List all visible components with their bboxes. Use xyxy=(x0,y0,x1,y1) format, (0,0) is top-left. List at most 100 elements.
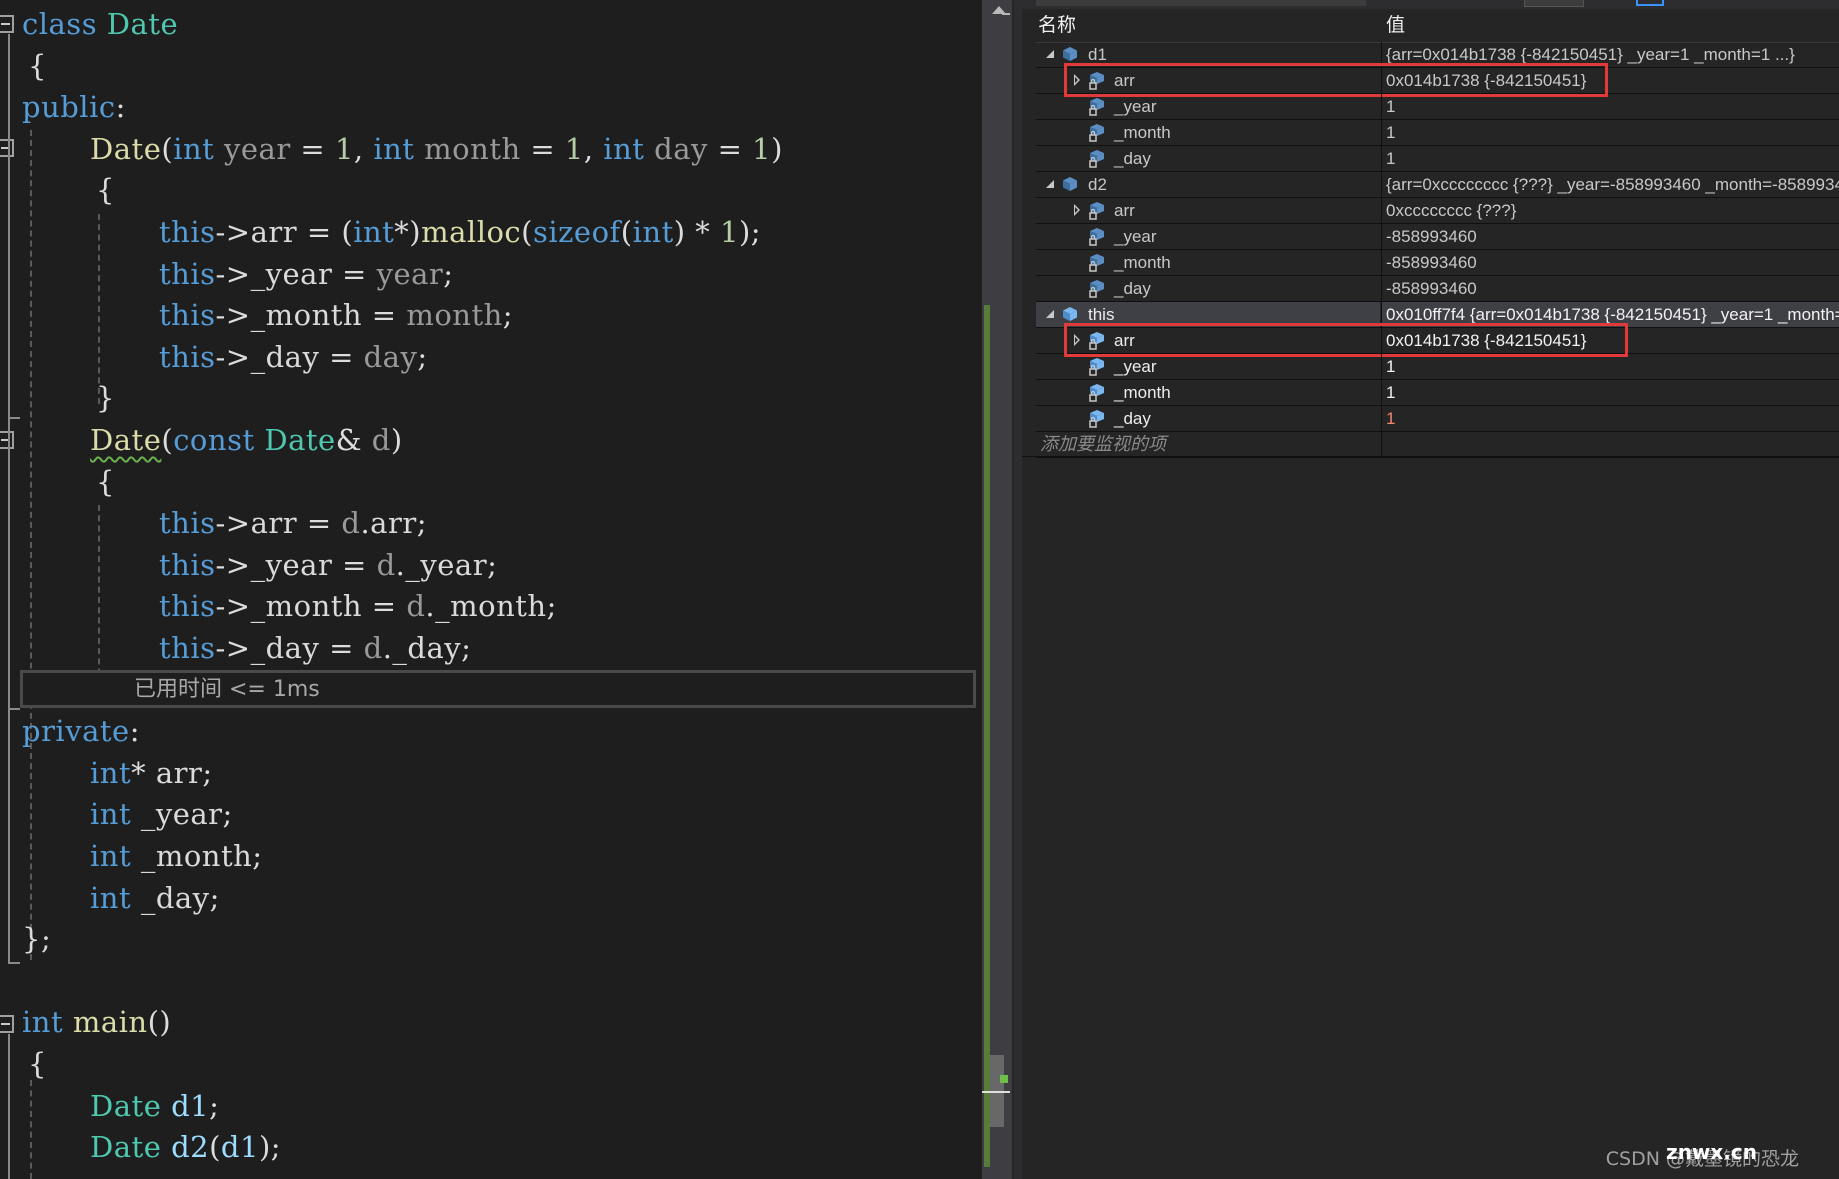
code-line[interactable]: this->arr = (int*)malloc(sizeof(int) * 1… xyxy=(159,211,761,253)
code-token: = xyxy=(332,256,377,291)
add-watch-cell[interactable]: 添加要监视的项 xyxy=(1036,432,1380,457)
watch-value-cell[interactable]: -858993460 xyxy=(1381,250,1839,275)
code-line[interactable]: int main() xyxy=(22,1001,171,1043)
code-line[interactable]: int _year; xyxy=(90,793,233,835)
add-watch-row[interactable]: 添加要监视的项 xyxy=(1036,432,1839,458)
code-line[interactable]: this->_month = month; xyxy=(159,294,513,336)
code-line[interactable]: }; xyxy=(22,918,51,960)
watch-toolbar-toggle-icon[interactable] xyxy=(1636,0,1664,6)
watch-row[interactable]: _year 1 xyxy=(1036,354,1839,380)
collapse-toggle-icon[interactable] xyxy=(0,431,14,449)
code-editor[interactable]: class Date{public: Date(int year = 1, int… xyxy=(0,0,982,1179)
watch-search-input[interactable] xyxy=(1036,0,1366,6)
indent-guide xyxy=(30,130,32,960)
watch-value-cell[interactable]: 1 xyxy=(1381,120,1839,145)
code-line[interactable]: this->_day = d._day; xyxy=(159,627,471,669)
watch-value-cell[interactable]: {arr=0xcccccccc {???} _year=-858993460 _… xyxy=(1381,172,1839,197)
code-token: . xyxy=(395,547,406,582)
watch-toolbar-button[interactable] xyxy=(1524,0,1584,7)
code-line[interactable]: public: xyxy=(22,86,126,128)
watch-value: {arr=0xcccccccc {???} _year=-858993460 _… xyxy=(1386,175,1839,194)
watch-name-cell[interactable]: _day xyxy=(1036,276,1380,301)
watch-name-cell[interactable]: _month xyxy=(1036,250,1380,275)
code-line[interactable]: { xyxy=(96,169,115,211)
watch-value-cell[interactable]: 1 xyxy=(1381,94,1839,119)
watch-row[interactable]: _month 1 xyxy=(1036,120,1839,146)
expand-arrow-icon[interactable] xyxy=(1074,204,1080,216)
code-token: * xyxy=(131,755,156,790)
code-line[interactable]: int _day; xyxy=(90,877,220,919)
watch-row[interactable]: arr 0xcccccccc {???} xyxy=(1036,198,1839,224)
code-line[interactable]: class Date xyxy=(22,3,178,45)
watch-row[interactable]: _day 1 xyxy=(1036,406,1839,432)
code-line[interactable]: Date(int year = 1, int month = 1, int da… xyxy=(90,128,783,170)
watch-row[interactable]: _month 1 xyxy=(1036,380,1839,406)
watch-row[interactable]: arr 0x014b1738 {-842150451} xyxy=(1036,63,1839,97)
column-header-value[interactable]: 值 xyxy=(1386,10,1405,42)
code-line[interactable]: private: xyxy=(22,710,140,752)
collapse-toggle-icon[interactable] xyxy=(0,139,14,157)
watch-row[interactable]: _month -858993460 xyxy=(1036,250,1839,276)
code-line[interactable]: this->_year = d._year; xyxy=(159,544,497,586)
watch-value-cell[interactable]: 1 xyxy=(1381,380,1839,405)
grid-bottom-divider xyxy=(1022,456,1839,457)
code-line[interactable]: Date d2(d1); xyxy=(90,1126,281,1168)
watch-row[interactable]: _day 1 xyxy=(1036,146,1839,172)
watch-value: -858993460 xyxy=(1386,227,1477,246)
add-watch-placeholder[interactable]: 添加要监视的项 xyxy=(1040,432,1166,457)
watch-name-cell[interactable]: _year xyxy=(1036,94,1380,119)
watch-value-cell[interactable]: 1 xyxy=(1381,406,1839,431)
watch-name-cell[interactable]: arr xyxy=(1036,198,1380,223)
watch-value-cell[interactable]: 1 xyxy=(1381,354,1839,379)
code-line[interactable]: Date(const Date& d) xyxy=(90,419,403,461)
code-line[interactable]: int* arr; xyxy=(90,752,213,794)
watch-name-cell[interactable]: _month xyxy=(1036,380,1380,405)
watch-name-cell[interactable]: _year xyxy=(1036,354,1380,379)
code-line[interactable]: this->arr = d.arr; xyxy=(159,502,427,544)
watch-row[interactable]: arr 0x014b1738 {-842150451} xyxy=(1036,323,1839,357)
code-token: ; xyxy=(222,797,233,832)
watch-row[interactable]: d2 {arr=0xcccccccc {???} _year=-858993460… xyxy=(1036,172,1839,198)
watch-name-cell[interactable]: _day xyxy=(1036,146,1380,171)
collapse-toggle-icon[interactable] xyxy=(0,1015,14,1033)
expand-collapse-triangle-icon[interactable] xyxy=(1046,310,1054,318)
code-line[interactable]: this->_day = day; xyxy=(159,336,428,378)
watch-name-cell[interactable]: _year xyxy=(1036,224,1380,249)
code-line[interactable]: this->_year = year; xyxy=(159,253,454,295)
watch-name-cell[interactable]: d2 xyxy=(1036,172,1380,197)
watch-value-cell[interactable]: 0xcccccccc {???} xyxy=(1381,198,1839,223)
code-token: () xyxy=(147,1005,172,1040)
code-line[interactable]: { xyxy=(28,45,47,87)
private-field-icon xyxy=(1088,123,1106,143)
watch-value: 0xcccccccc {???} xyxy=(1386,201,1517,220)
code-token: d1 xyxy=(220,1130,259,1165)
column-header-name[interactable]: 名称 xyxy=(1038,10,1076,42)
code-token: arr xyxy=(250,215,298,249)
collapse-toggle-icon[interactable] xyxy=(0,15,14,33)
code-line[interactable]: } xyxy=(96,377,115,419)
code-line[interactable]: Date d1; xyxy=(90,1085,219,1127)
code-line[interactable]: { xyxy=(96,461,115,503)
code-line[interactable]: int _month; xyxy=(90,835,263,877)
split-handle-icon[interactable] xyxy=(1002,13,1010,15)
pane-splitter[interactable] xyxy=(1012,0,1022,1179)
watch-value-cell[interactable]: -858993460 xyxy=(1381,276,1839,301)
watch-row[interactable]: _day -858993460 xyxy=(1036,276,1839,302)
watch-name-cell[interactable]: _month xyxy=(1036,120,1380,145)
code-token: . xyxy=(382,631,393,665)
editor-vertical-scrollbar[interactable] xyxy=(982,0,1012,1179)
code-line[interactable]: { xyxy=(28,1043,47,1085)
code-token: d xyxy=(363,631,383,665)
watch-name-cell[interactable]: _day xyxy=(1036,406,1380,431)
watch-variable-name: arr xyxy=(1114,201,1135,220)
watch-row[interactable]: _year -858993460 xyxy=(1036,224,1839,250)
watch-value-cell[interactable]: 1 xyxy=(1381,146,1839,171)
code-token: : xyxy=(129,714,140,749)
watch-row[interactable]: _year 1 xyxy=(1036,94,1839,120)
expand-collapse-triangle-icon[interactable] xyxy=(1046,180,1054,188)
code-line[interactable]: this->_month = d._month; xyxy=(159,585,557,627)
code-token: _day xyxy=(392,631,462,665)
expand-collapse-triangle-icon[interactable] xyxy=(1046,50,1054,58)
watch-value-cell[interactable]: -858993460 xyxy=(1381,224,1839,249)
